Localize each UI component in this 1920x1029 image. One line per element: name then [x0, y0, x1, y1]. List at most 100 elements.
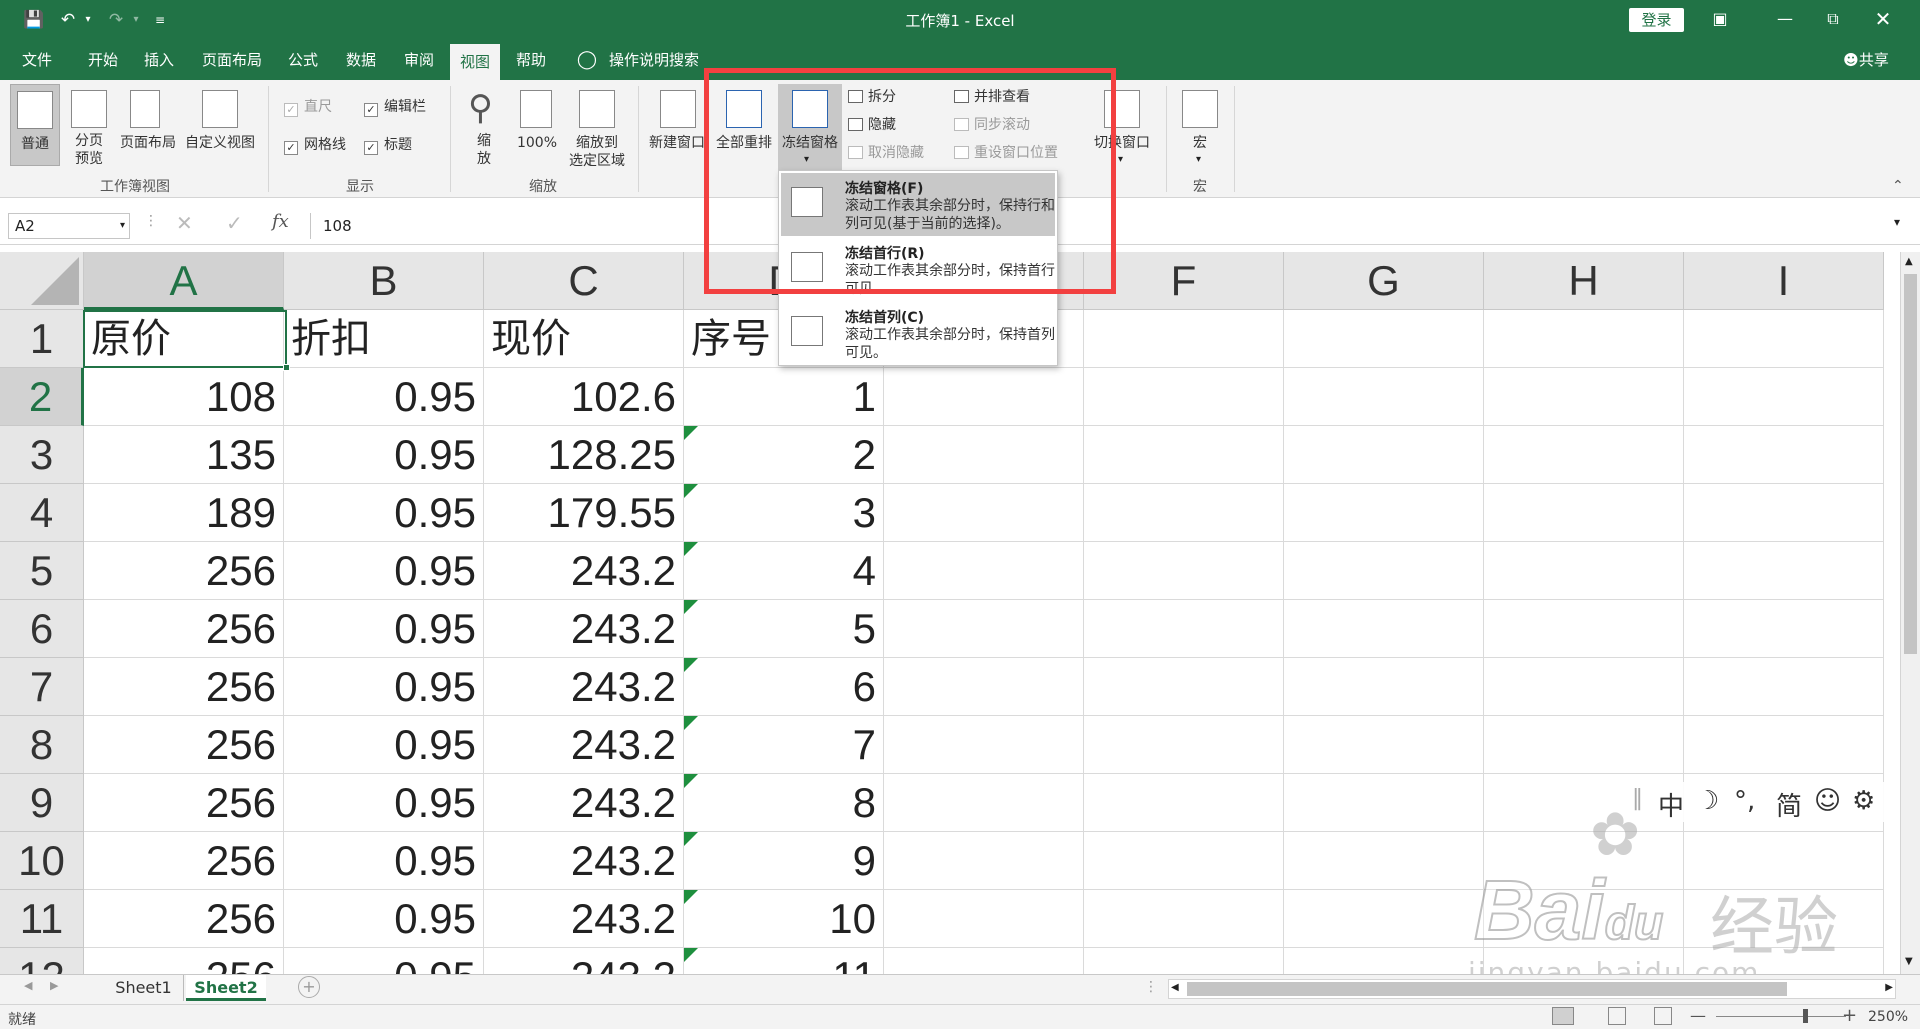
tab-help[interactable]: 帮助 [508, 40, 554, 80]
cell-f2[interactable] [1084, 368, 1284, 426]
error-indicator-icon[interactable] [684, 774, 698, 788]
error-indicator-icon[interactable] [684, 600, 698, 614]
select-all-corner[interactable] [0, 252, 84, 310]
cell-e12[interactable] [884, 948, 1084, 974]
cell-f12[interactable] [1084, 948, 1284, 974]
cell-b8[interactable]: 0.95 [284, 716, 484, 774]
page-break-preview-button[interactable]: 分页 预览 [68, 84, 110, 174]
column-header-c[interactable]: C [484, 252, 684, 310]
cell-g3[interactable] [1284, 426, 1484, 484]
row-header-2[interactable]: 2 [0, 368, 84, 426]
row-header-4[interactable]: 4 [0, 484, 84, 542]
zoom-slider-track[interactable] [1716, 1016, 1846, 1017]
row-header-6[interactable]: 6 [0, 600, 84, 658]
cell-i1[interactable] [1684, 310, 1884, 368]
cell-d9[interactable]: 8 [684, 774, 884, 832]
cell-f11[interactable] [1084, 890, 1284, 948]
splitter-icon[interactable]: ⋮ [1144, 979, 1158, 995]
scroll-down-icon[interactable]: ▼ [1905, 956, 1913, 967]
custom-views-button[interactable]: 自定义视图 [182, 84, 258, 166]
cell-g1[interactable] [1284, 310, 1484, 368]
error-indicator-icon[interactable] [684, 658, 698, 672]
tab-formulas[interactable]: 公式 [280, 40, 326, 80]
cell-a11[interactable]: 256 [84, 890, 284, 948]
cell-c2[interactable]: 102.6 [484, 368, 684, 426]
column-header-g[interactable]: G [1284, 252, 1484, 310]
cell-g6[interactable] [1284, 600, 1484, 658]
tab-file[interactable]: 文件 [12, 40, 62, 80]
zoom-100-button[interactable]: 100% [512, 84, 562, 166]
row-header-9[interactable]: 9 [0, 774, 84, 832]
cell-i6[interactable] [1684, 600, 1884, 658]
row-header-11[interactable]: 11 [0, 890, 84, 948]
cell-f10[interactable] [1084, 832, 1284, 890]
zoom-level[interactable]: 250% [1868, 1009, 1908, 1025]
row-header-7[interactable]: 7 [0, 658, 84, 716]
cell-a12[interactable]: 256 [84, 948, 284, 974]
close-icon[interactable]: ✕ [1868, 6, 1898, 32]
cell-c4[interactable]: 179.55 [484, 484, 684, 542]
error-indicator-icon[interactable] [684, 832, 698, 846]
normal-view-button[interactable]: 普通 [10, 84, 60, 166]
zoom-button[interactable]: ⚲ 缩 放 [460, 84, 508, 174]
restore-icon[interactable]: ⧉ [1818, 6, 1848, 32]
row-header-12[interactable]: 12 [0, 948, 84, 974]
error-indicator-icon[interactable] [684, 948, 698, 962]
next-sheet-icon[interactable]: ▶ [50, 979, 58, 992]
error-indicator-icon[interactable] [684, 890, 698, 904]
zoom-in-icon[interactable]: + [1842, 1005, 1857, 1026]
cell-f3[interactable] [1084, 426, 1284, 484]
scroll-up-icon[interactable]: ▲ [1905, 256, 1913, 267]
page-layout-view-icon[interactable] [1608, 1007, 1626, 1025]
freeze-first-column-option[interactable]: 冻结首列(C) 滚动工作表其余部分时，保持首列可见。 [781, 302, 1055, 365]
cell-d8[interactable]: 7 [684, 716, 884, 774]
tab-data[interactable]: 数据 [338, 40, 384, 80]
error-indicator-icon[interactable] [684, 426, 698, 440]
cell-c3[interactable]: 128.25 [484, 426, 684, 484]
cell-a9[interactable]: 256 [84, 774, 284, 832]
cell-c12[interactable]: 243.2 [484, 948, 684, 974]
cell-f5[interactable] [1084, 542, 1284, 600]
ime-settings-icon[interactable]: ⚙ [1852, 786, 1875, 816]
gridlines-checkbox[interactable]: ✓ 网格线 [284, 136, 346, 155]
cell-g2[interactable] [1284, 368, 1484, 426]
macros-button[interactable]: 宏 ▾ [1176, 84, 1224, 170]
fill-handle[interactable] [283, 364, 290, 371]
row-header-1[interactable]: 1 [0, 310, 84, 368]
cell-a5[interactable]: 256 [84, 542, 284, 600]
cell-a3[interactable]: 135 [84, 426, 284, 484]
add-sheet-icon[interactable]: + [298, 976, 320, 998]
row-header-3[interactable]: 3 [0, 426, 84, 484]
zoom-out-icon[interactable]: — [1690, 1006, 1706, 1025]
collapse-ribbon-icon[interactable]: ⌃ [1892, 178, 1904, 194]
cell-d3[interactable]: 2 [684, 426, 884, 484]
row-header-8[interactable]: 8 [0, 716, 84, 774]
column-header-b[interactable]: B [284, 252, 484, 310]
horizontal-scroll-thumb[interactable] [1187, 982, 1787, 996]
tab-review[interactable]: 审阅 [396, 40, 442, 80]
cell-i7[interactable] [1684, 658, 1884, 716]
cell-g8[interactable] [1284, 716, 1484, 774]
login-button[interactable]: 登录 [1629, 8, 1684, 32]
formula-bar-checkbox[interactable]: ✓ 编辑栏 [364, 98, 426, 117]
cell-f9[interactable] [1084, 774, 1284, 832]
cell-c1[interactable]: 现价 [484, 310, 684, 368]
row-header-10[interactable]: 10 [0, 832, 84, 890]
cell-b11[interactable]: 0.95 [284, 890, 484, 948]
cell-e3[interactable] [884, 426, 1084, 484]
cell-i5[interactable] [1684, 542, 1884, 600]
cell-f6[interactable] [1084, 600, 1284, 658]
cell-b5[interactable]: 0.95 [284, 542, 484, 600]
name-box[interactable]: A2 ▾ [8, 213, 130, 239]
scroll-right-icon[interactable]: ▶ [1885, 982, 1893, 993]
cell-h5[interactable] [1484, 542, 1684, 600]
cell-d2[interactable]: 1 [684, 368, 884, 426]
cell-g4[interactable] [1284, 484, 1484, 542]
cell-h3[interactable] [1484, 426, 1684, 484]
cell-b4[interactable]: 0.95 [284, 484, 484, 542]
cell-d4[interactable]: 3 [684, 484, 884, 542]
cell-e11[interactable] [884, 890, 1084, 948]
sheet-tab-sheet1[interactable]: Sheet1 [104, 975, 184, 1001]
cell-a8[interactable]: 256 [84, 716, 284, 774]
cell-e10[interactable] [884, 832, 1084, 890]
